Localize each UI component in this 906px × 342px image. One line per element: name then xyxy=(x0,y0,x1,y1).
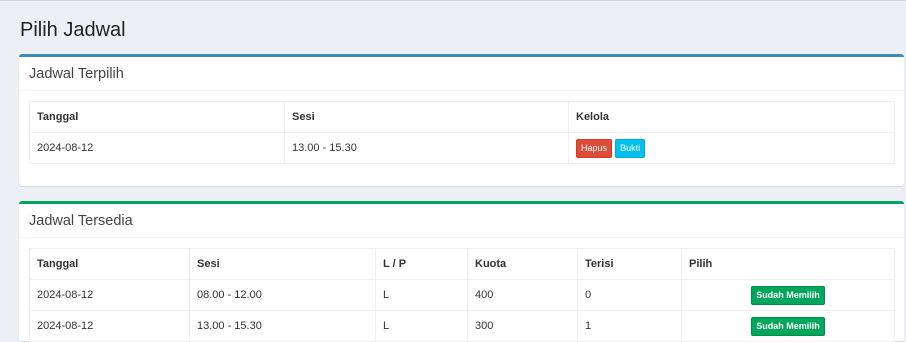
selected-schedule-box: Jadwal Terpilih Tanggal Sesi Kelola 2024… xyxy=(19,54,904,186)
cell-terisi: 1 xyxy=(577,310,682,342)
available-schedule-box: Jadwal Tersedia Tanggal Sesi L / P Kuota… xyxy=(19,201,904,342)
column-header-tanggal: Tanggal xyxy=(29,101,285,133)
table-row: 2024-08-12 13.00 - 15.30 Hapus Bukti xyxy=(29,132,895,164)
column-header-sesi: Sesi xyxy=(189,248,376,280)
cell-pilih: Sudah Memilih xyxy=(681,310,895,342)
selected-schedule-table: Tanggal Sesi Kelola 2024-08-12 13.00 - 1… xyxy=(29,101,895,164)
column-header-pilih: Pilih xyxy=(681,248,895,280)
cell-sesi: 08.00 - 12.00 xyxy=(189,279,376,311)
cell-lp: L xyxy=(375,279,468,311)
content-wrapper: Pilih Jadwal Jadwal Terpilih Tanggal Ses… xyxy=(0,0,906,342)
page-title: Pilih Jadwal xyxy=(20,19,126,41)
column-header-kuota: Kuota xyxy=(467,248,578,280)
box-title: Jadwal Terpilih xyxy=(19,57,904,91)
column-header-terisi: Terisi xyxy=(577,248,682,280)
table-header-row: Tanggal Sesi Kelola xyxy=(29,101,895,133)
column-header-sesi: Sesi xyxy=(284,101,569,133)
cell-terisi: 0 xyxy=(577,279,682,311)
cell-sesi: 13.00 - 15.30 xyxy=(189,310,376,342)
available-schedule-table: Tanggal Sesi L / P Kuota Terisi Pilih 20… xyxy=(29,248,895,342)
cell-tanggal: 2024-08-12 xyxy=(29,132,285,164)
cell-tanggal: 2024-08-12 xyxy=(29,310,190,342)
cell-pilih: Sudah Memilih xyxy=(681,279,895,311)
cell-kuota: 400 xyxy=(467,279,578,311)
already-chosen-badge: Sudah Memilih xyxy=(751,285,825,305)
delete-button[interactable]: Hapus xyxy=(576,138,613,158)
proof-button[interactable]: Bukti xyxy=(615,138,646,158)
cell-lp: L xyxy=(375,310,468,342)
cell-kuota: 300 xyxy=(467,310,578,342)
table-row: 2024-08-12 08.00 - 12.00 L 400 0 Sudah M… xyxy=(29,279,895,311)
column-header-kelola: Kelola xyxy=(568,101,895,133)
column-header-lp: L / P xyxy=(375,248,468,280)
table-header-row: Tanggal Sesi L / P Kuota Terisi Pilih xyxy=(29,248,895,280)
cell-kelola: Hapus Bukti xyxy=(568,132,895,164)
cell-sesi: 13.00 - 15.30 xyxy=(284,132,569,164)
table-row: 2024-08-12 13.00 - 15.30 L 300 1 Sudah M… xyxy=(29,310,895,342)
box-title: Jadwal Tersedia xyxy=(19,204,904,238)
column-header-tanggal: Tanggal xyxy=(29,248,190,280)
cell-tanggal: 2024-08-12 xyxy=(29,279,190,311)
